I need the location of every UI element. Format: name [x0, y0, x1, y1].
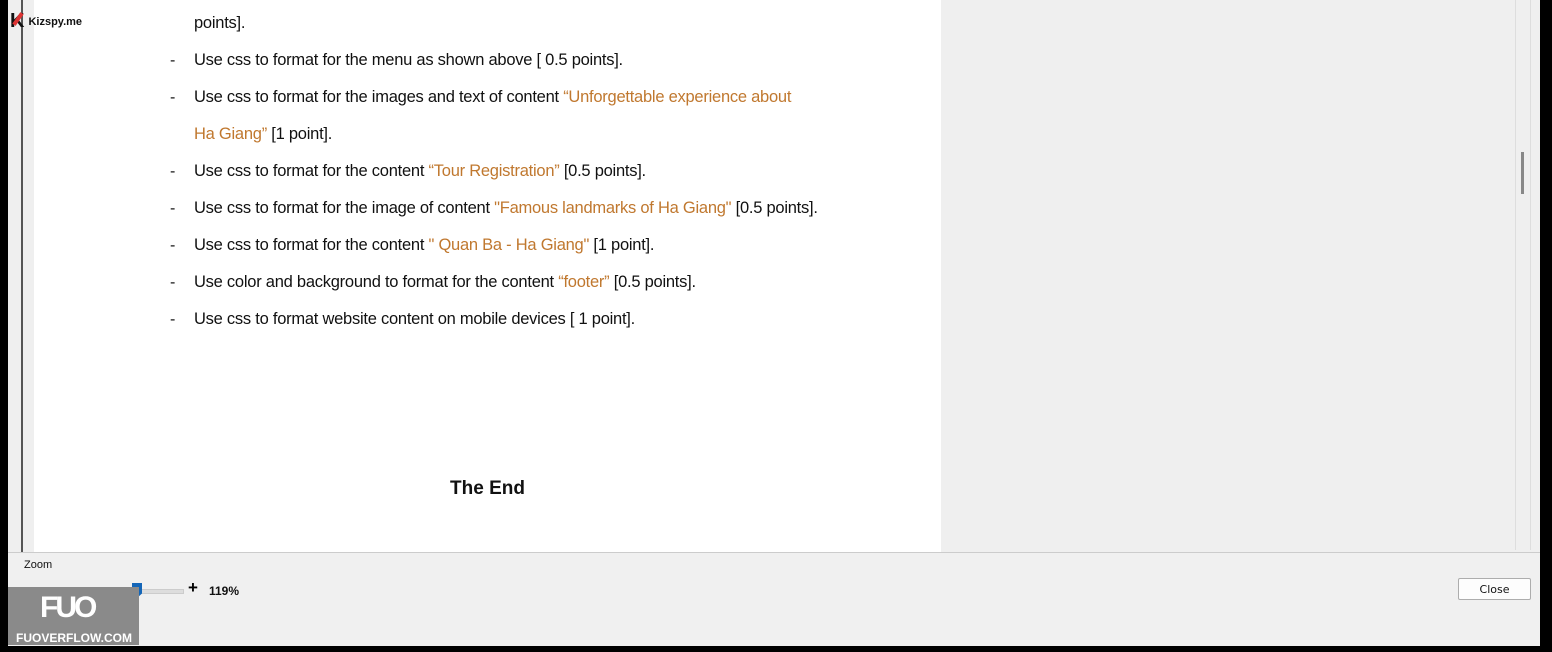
line-text: Use css to format for the image of conte… — [194, 199, 495, 217]
zoom-panel: Zoom - + 119% Close — [8, 552, 1540, 646]
document-page: points]. - Use css to format for the menu … — [34, 0, 941, 552]
line-text: [0.5 points]. — [609, 273, 696, 291]
bullet-dash: - — [170, 311, 176, 328]
line-text: Use css to format for the content — [194, 236, 429, 254]
bullet-dash: - — [170, 274, 176, 291]
zoom-label: Zoom — [24, 559, 53, 571]
requirement-line: points]. — [194, 14, 245, 33]
highlighted-title: “Tour Registration” — [428, 162, 560, 180]
line-text: [1 point]. — [589, 236, 655, 254]
close-button[interactable]: Close — [1458, 578, 1531, 600]
highlighted-title: “Unforgettable experience about — [563, 88, 792, 106]
line-text: [0.5 points]. — [559, 162, 646, 180]
kizspy-watermark: K Kizspy.me — [10, 10, 83, 32]
highlighted-title: Ha Giang” — [194, 125, 267, 143]
requirement-line: Use css to format for the content " Quan… — [194, 236, 654, 255]
line-text: [0.5 points]. — [731, 199, 818, 217]
line-text: Use css to format website content on mob… — [194, 310, 635, 328]
line-text: Use color and background to format for t… — [194, 273, 559, 291]
requirement-line: Use css to format website content on mob… — [194, 310, 635, 329]
highlighted-title: "Famous landmarks of Ha Giang" — [494, 199, 732, 217]
requirement-line: Use css to format for the image of conte… — [194, 199, 818, 218]
requirement-line: Use css to format for the images and tex… — [194, 88, 791, 107]
bullet-dash: - — [170, 200, 176, 217]
the-end-heading: The End — [450, 478, 525, 499]
requirement-line: Use css to format for the menu as shown … — [194, 51, 623, 70]
line-text: points]. — [194, 14, 246, 32]
line-text: Use css to format for the content — [194, 162, 429, 180]
margin-line — [21, 0, 23, 552]
highlighted-title: “footer” — [558, 273, 610, 291]
requirement-line: Ha Giang” [1 point]. — [194, 125, 332, 144]
requirement-line: Use color and background to format for t… — [194, 273, 696, 292]
line-text: Use css to format for the images and tex… — [194, 88, 564, 106]
kizspy-logo-icon: K — [10, 10, 25, 32]
bullet-dash: - — [170, 52, 176, 69]
requirement-line: Use css to format for the content “Tour … — [194, 162, 646, 181]
bullet-dash: - — [170, 237, 176, 254]
bullet-dash: - — [170, 163, 176, 180]
fuoverflow-watermark: FUO FUOVERFLOW.COM — [8, 587, 139, 645]
document-viewer: points]. - Use css to format for the menu … — [8, 0, 1540, 552]
zoom-percent: 119% — [209, 584, 240, 598]
bullet-dash: - — [170, 89, 176, 106]
line-text: [1 point]. — [266, 125, 333, 143]
vertical-scrollbar[interactable] — [1515, 0, 1531, 550]
line-text: Use css to format for the menu as shown … — [194, 51, 623, 69]
scrollbar-thumb[interactable] — [1521, 152, 1524, 194]
zoom-in-button[interactable]: + — [188, 578, 198, 598]
highlighted-title: " Quan Ba - Ha Giang" — [428, 236, 590, 254]
